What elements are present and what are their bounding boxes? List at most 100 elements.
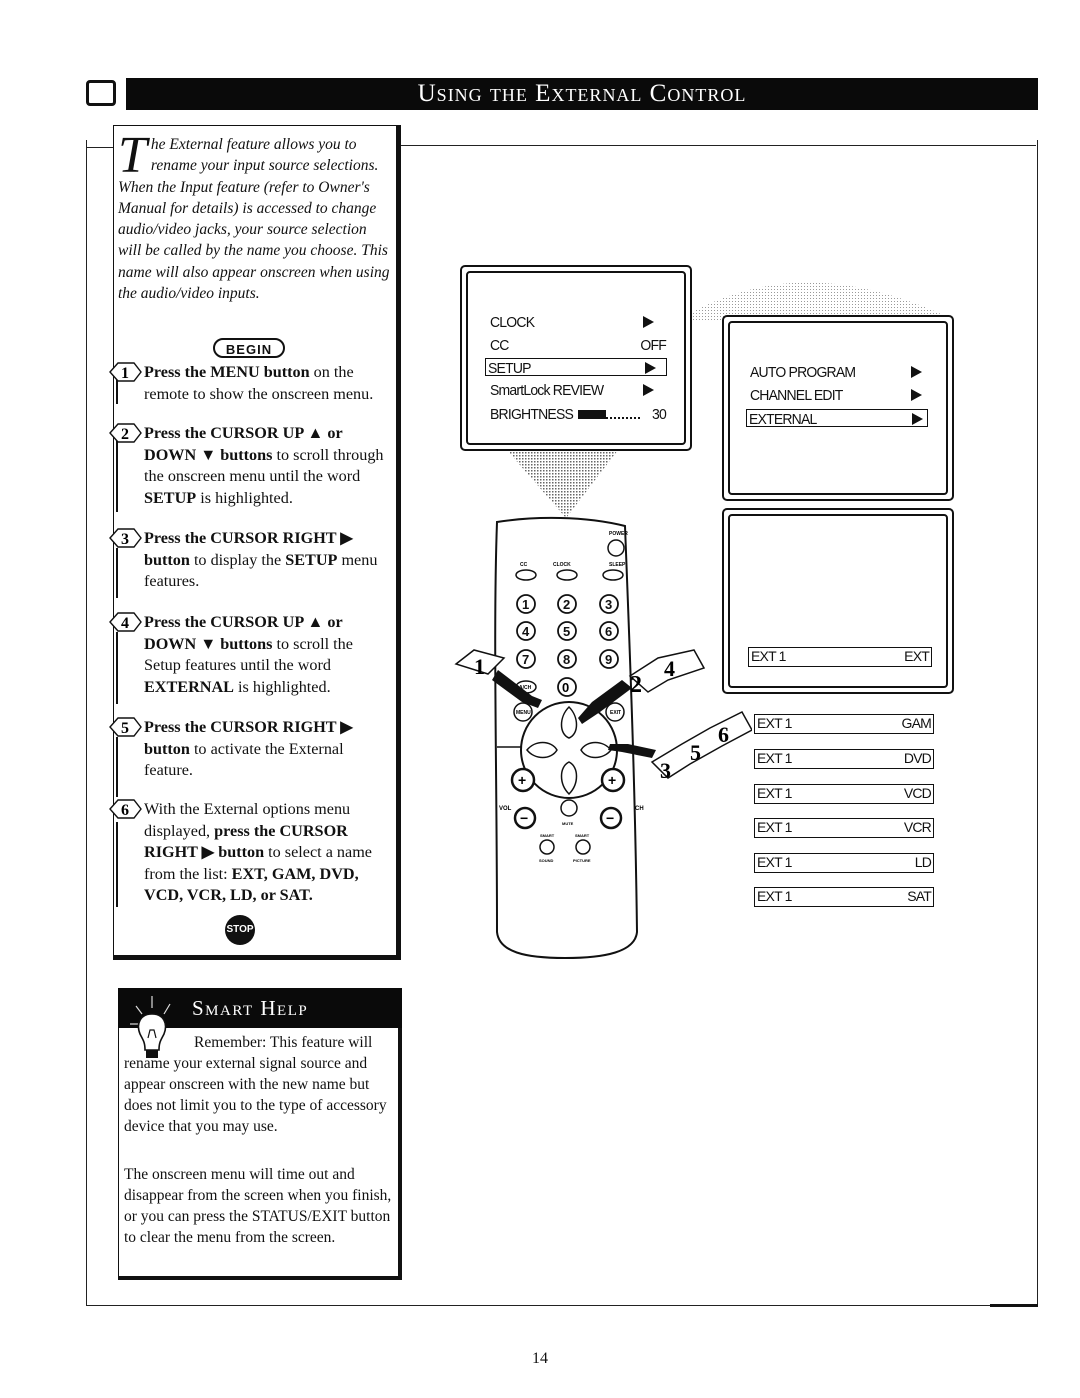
brightness-slider-track [606, 417, 640, 419]
step-number-badge: 2 [108, 422, 142, 444]
source-name: EXT [904, 648, 930, 664]
external-option-gam[interactable]: EXT 1 GAM [754, 714, 934, 734]
digit-2-label: 2 [563, 597, 570, 612]
screen-bezel [728, 321, 948, 495]
mute-button[interactable] [560, 799, 578, 817]
external-option-sat[interactable]: EXT 1 SAT [754, 887, 934, 907]
screen-beam-graphic [692, 282, 950, 322]
svg-text:3: 3 [121, 531, 129, 548]
step-number-badge: 4 [108, 611, 142, 633]
external-option-ld[interactable]: EXT 1 LD [754, 853, 934, 873]
pointing-hand-icon [578, 680, 632, 724]
step-1-action: Press the MENU button [144, 363, 310, 381]
arrow-right-icon [911, 386, 922, 404]
menu-item-clock[interactable]: CLOCK [490, 313, 654, 331]
clock-button[interactable] [556, 569, 578, 581]
menu-item-external[interactable]: EXTERNAL [746, 409, 928, 427]
svg-text:4: 4 [121, 615, 129, 632]
menu-item-label: CC [490, 336, 509, 354]
sleep-label: SLEEP [609, 562, 626, 568]
menu-item-auto-program[interactable]: AUTO PROGRAM [750, 363, 922, 381]
pointing-hand-icon [608, 744, 656, 758]
power-label: POWER [609, 531, 628, 537]
source-label: EXT 1 [757, 888, 792, 904]
arrow-right-icon [912, 410, 923, 428]
page-title: Using the External Control [126, 78, 1038, 110]
callout-number: 1 [474, 654, 485, 679]
pointing-hand-icon [492, 670, 542, 708]
svg-text:5: 5 [121, 720, 129, 737]
external-name-display[interactable]: EXT 1 EXT [748, 647, 932, 667]
digit-3-label: 3 [605, 597, 612, 612]
step-4-keyword: EXTERNAL [144, 677, 234, 696]
step-4-text-end: is highlighted. [233, 677, 331, 696]
arrow-right-icon [643, 313, 654, 331]
smart-sound-button[interactable] [539, 839, 555, 855]
step-6: 6 With the External options menu display… [109, 799, 390, 907]
mute-label: MUTE [562, 821, 574, 826]
external-option-dvd[interactable]: EXT 1 DVD [754, 749, 934, 769]
intro-paragraph: The External feature allows you to renam… [118, 127, 393, 304]
step-3: 3 Press the CURSOR RIGHT ▶ button to dis… [109, 528, 390, 593]
step-1: 1 Press the MENU button on the remote to… [109, 362, 390, 405]
sleep-button[interactable] [602, 569, 624, 581]
source-name: GAM [901, 715, 932, 731]
source-label: EXT 1 [757, 715, 792, 731]
callout-number: 2 [630, 672, 642, 698]
smart-help-tip: Remember: This feature will rename your … [124, 1032, 396, 1137]
vol-label: VOL [499, 806, 512, 812]
arrow-right-icon [645, 359, 656, 377]
minus-icon: − [520, 810, 528, 826]
callout-number: 6 [718, 722, 729, 747]
svg-text:1: 1 [121, 365, 129, 382]
step-number-badge: 5 [108, 716, 142, 738]
smart-sound-label: SMART [540, 833, 555, 838]
source-label: EXT 1 [757, 854, 792, 870]
menu-item-label: BRIGHTNESS [490, 405, 574, 423]
step-3-keyword: SETUP [285, 550, 338, 569]
external-option-vcr[interactable]: EXT 1 VCR [754, 818, 934, 838]
step-2-keyword: SETUP [144, 488, 197, 507]
digit-5-label: 5 [563, 624, 570, 639]
source-label: EXT 1 [757, 819, 792, 835]
cc-button[interactable] [515, 569, 537, 581]
stop-sign-icon: STOP [225, 915, 255, 945]
minus-icon: − [606, 810, 614, 826]
callout-number: 3 [660, 758, 671, 783]
intro-text: he External feature allows you to rename… [118, 136, 390, 303]
picture-label: PICTURE [573, 858, 591, 863]
svg-text:2: 2 [121, 426, 129, 443]
arrow-right-icon [911, 363, 922, 381]
digit-4-label: 4 [522, 624, 530, 639]
menu-item-channel-edit[interactable]: CHANNEL EDIT [750, 386, 922, 404]
source-name: VCD [903, 785, 932, 801]
drop-cap: T [118, 127, 147, 184]
smart-picture-button[interactable] [575, 839, 591, 855]
begin-badge: BEGIN [213, 338, 285, 358]
arrow-right-icon [643, 381, 654, 399]
step-number-badge: 1 [108, 361, 142, 383]
power-button[interactable] [607, 539, 625, 557]
menu-item-brightness[interactable]: BRIGHTNESS 30 [490, 405, 667, 423]
source-name: DVD [903, 750, 932, 766]
callout-number: 4 [664, 656, 675, 681]
menu-item-label: EXTERNAL [749, 410, 817, 428]
source-name: SAT [907, 888, 932, 904]
source-label: EXT 1 [757, 750, 792, 766]
external-option-vcd[interactable]: EXT 1 VCD [754, 784, 934, 804]
tv-screen-icon [86, 80, 116, 106]
menu-item-cc[interactable]: CC OFF [490, 336, 667, 354]
callout-1: 1 [454, 649, 542, 708]
step-3-text: to display the [189, 550, 286, 569]
cc-label: CC [520, 562, 528, 568]
menu-item-setup[interactable]: SETUP [485, 358, 667, 376]
svg-text:6: 6 [121, 802, 129, 819]
brightness-slider-fill [578, 410, 606, 419]
menu-item-smartlock-review[interactable]: SmartLock REVIEW [490, 381, 654, 399]
smart-help-tip-text: Remember: This feature will rename your … [124, 1034, 387, 1135]
callout-3-5-6: 3 5 6 [608, 711, 752, 783]
menu-item-label: AUTO PROGRAM [750, 363, 856, 381]
step-4: 4 Press the CURSOR UP ▲ or DOWN ▼ button… [109, 612, 390, 698]
page-number: 14 [532, 1350, 548, 1367]
screen-beam-graphic [500, 442, 624, 518]
